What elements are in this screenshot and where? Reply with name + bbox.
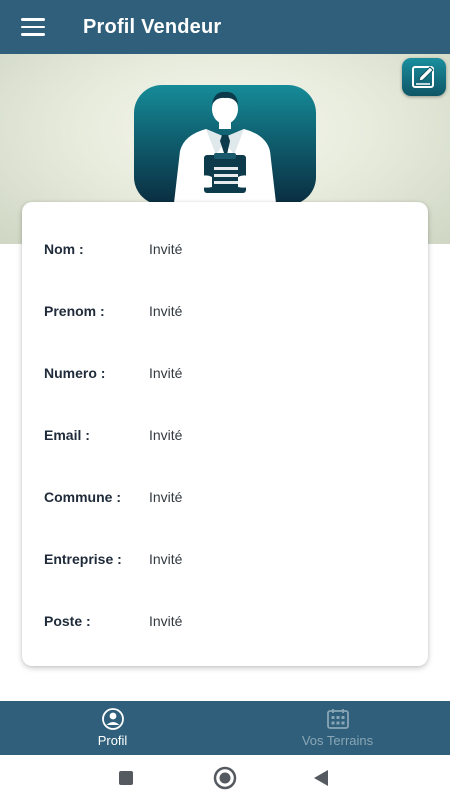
bottom-navigation: Profil Vos Terrains — [0, 701, 450, 755]
field-row-numero: Numero : Invité — [44, 363, 182, 383]
edit-profile-button[interactable] — [402, 58, 446, 96]
profile-card: Nom : Invité Prenom : Invité Numero : In… — [22, 202, 428, 666]
field-value: Invité — [149, 489, 183, 505]
edit-icon — [412, 66, 434, 88]
menu-icon[interactable] — [21, 18, 45, 36]
field-row-commune: Commune : Invité — [44, 487, 182, 507]
back-triangle-icon[interactable] — [313, 769, 329, 792]
calendar-grid-icon — [326, 709, 349, 729]
app-bar: Profil Vendeur — [0, 0, 450, 54]
nav-label: Profil — [97, 733, 128, 748]
field-row-email: Email : Invité — [44, 425, 182, 445]
businessman-icon — [174, 91, 276, 203]
nav-label: Vos Terrains — [301, 733, 374, 748]
field-value: Invité — [149, 303, 183, 319]
field-label: Numero : — [44, 365, 106, 381]
field-row-prenom: Prenom : Invité — [44, 301, 182, 321]
page-title: Profil Vendeur — [83, 15, 222, 38]
field-value: Invité — [149, 613, 183, 629]
nav-item-vos-terrains[interactable]: Vos Terrains — [225, 701, 450, 755]
field-value: Invité — [149, 551, 183, 567]
field-label: Email : — [44, 427, 90, 443]
field-row-entreprise: Entreprise : Invité — [44, 549, 182, 569]
avatar — [134, 85, 316, 205]
home-circle-icon[interactable] — [213, 766, 237, 795]
field-value: Invité — [149, 365, 183, 381]
field-value: Invité — [149, 427, 183, 443]
field-label: Prenom : — [44, 303, 105, 319]
field-row-nom: Nom : Invité — [44, 239, 182, 259]
field-label: Commune : — [44, 489, 121, 505]
recents-square-icon[interactable] — [118, 770, 134, 791]
field-label: Entreprise : — [44, 551, 122, 567]
field-label: Nom : — [44, 241, 84, 257]
nav-item-profil[interactable]: Profil — [0, 701, 225, 755]
field-row-poste: Poste : Invité — [44, 611, 182, 631]
person-circle-icon — [101, 708, 124, 730]
field-label: Poste : — [44, 613, 91, 629]
system-navigation-bar — [0, 755, 450, 800]
field-value: Invité — [149, 241, 183, 257]
